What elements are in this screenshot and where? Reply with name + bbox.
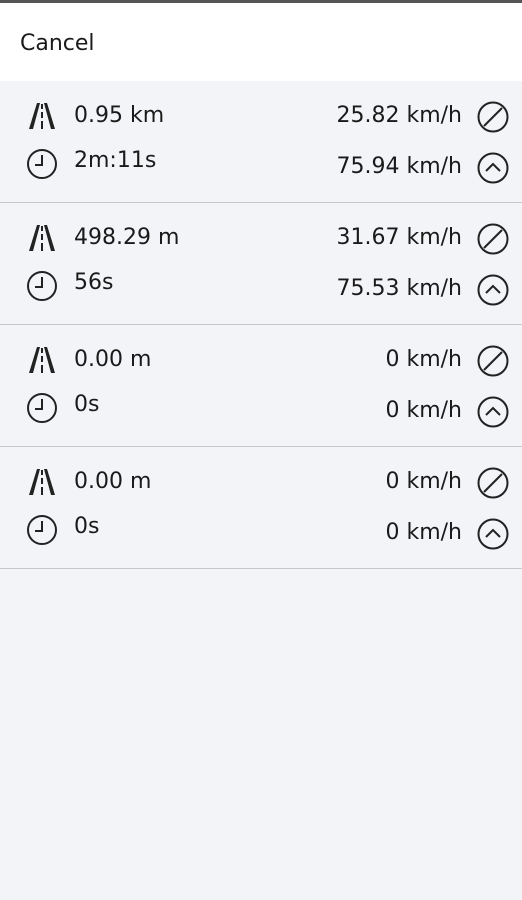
time-row: 0s 0 km/h xyxy=(0,510,522,550)
clock-icon xyxy=(26,148,58,180)
cancel-button[interactable]: Cancel xyxy=(20,30,95,58)
time-value: 2m:11s xyxy=(74,148,157,173)
max-speed-icon xyxy=(476,395,510,429)
average-speed-icon xyxy=(476,344,510,378)
time-value: 0s xyxy=(74,392,100,417)
stat-card[interactable]: 0.95 km 25.82 km/h 2m:11s 75.94 km/h xyxy=(0,81,522,203)
distance-value: 0.95 km xyxy=(74,103,165,128)
max-speed-value: 75.53 km/h xyxy=(336,276,462,301)
distance-row: 0.00 m 0 km/h xyxy=(0,340,522,380)
distance-row: 0.00 m 0 km/h xyxy=(0,462,522,502)
max-speed-icon xyxy=(476,517,510,551)
clock-icon xyxy=(26,392,58,424)
road-icon xyxy=(26,466,58,498)
stat-card[interactable]: 0.00 m 0 km/h 0s 0 km/h xyxy=(0,447,522,569)
distance-row: 0.95 km 25.82 km/h xyxy=(0,96,522,136)
time-row: 2m:11s 75.94 km/h xyxy=(0,144,522,184)
road-icon xyxy=(26,344,58,376)
road-icon xyxy=(26,100,58,132)
average-speed-value: 0 km/h xyxy=(385,347,462,372)
average-speed-value: 25.82 km/h xyxy=(336,103,462,128)
max-speed-icon xyxy=(476,151,510,185)
header-bar: Cancel xyxy=(0,3,522,81)
distance-value: 0.00 m xyxy=(74,347,152,372)
distance-row: 498.29 m 31.67 km/h xyxy=(0,218,522,258)
max-speed-value: 75.94 km/h xyxy=(336,154,462,179)
distance-value: 0.00 m xyxy=(74,469,152,494)
average-speed-icon xyxy=(476,222,510,256)
time-value: 56s xyxy=(74,270,114,295)
clock-icon xyxy=(26,270,58,302)
clock-icon xyxy=(26,514,58,546)
stat-card[interactable]: 498.29 m 31.67 km/h 56s 75.53 km/h xyxy=(0,203,522,325)
stat-card[interactable]: 0.00 m 0 km/h 0s 0 km/h xyxy=(0,325,522,447)
stats-list: 0.95 km 25.82 km/h 2m:11s 75.94 km/h 498… xyxy=(0,81,522,569)
average-speed-icon xyxy=(476,100,510,134)
time-value: 0s xyxy=(74,514,100,539)
max-speed-value: 0 km/h xyxy=(385,520,462,545)
max-speed-value: 0 km/h xyxy=(385,398,462,423)
time-row: 0s 0 km/h xyxy=(0,388,522,428)
distance-value: 498.29 m xyxy=(74,225,180,250)
road-icon xyxy=(26,222,58,254)
time-row: 56s 75.53 km/h xyxy=(0,266,522,306)
max-speed-icon xyxy=(476,273,510,307)
average-speed-value: 0 km/h xyxy=(385,469,462,494)
average-speed-value: 31.67 km/h xyxy=(336,225,462,250)
average-speed-icon xyxy=(476,466,510,500)
